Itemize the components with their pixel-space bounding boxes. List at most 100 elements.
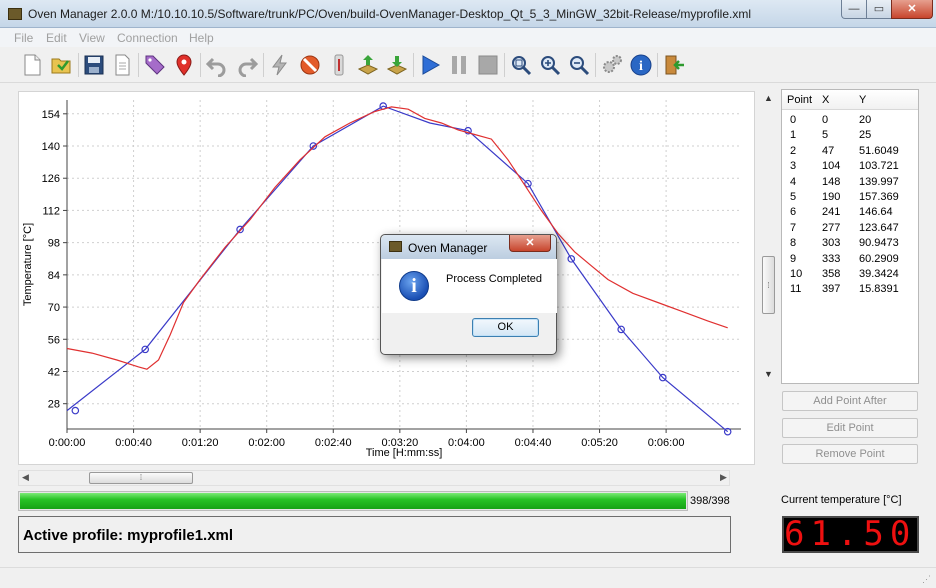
x-tick-label: 0:04:40 xyxy=(515,437,552,449)
y-axis-label: Temperature [°C] xyxy=(22,223,34,306)
dialog-close-button[interactable]: ✕ xyxy=(509,235,551,252)
table-row[interactable]: 8 303 90.9473 xyxy=(782,237,918,252)
cell-x: 241 xyxy=(822,206,841,219)
vertical-scrollbar[interactable]: ▲ ⁞ ▼ xyxy=(761,91,777,381)
x-tick-label: 0:01:20 xyxy=(182,437,219,449)
redo-icon[interactable] xyxy=(235,53,259,77)
save-icon[interactable] xyxy=(82,53,106,77)
horizontal-scrollbar[interactable]: ◀ ⁞ ▶ xyxy=(18,470,730,486)
zoom-out-icon[interactable] xyxy=(567,53,591,77)
temperature-display: 61.50 xyxy=(782,516,919,553)
table-row[interactable]: 11 397 15.8391 xyxy=(782,283,918,298)
column-header-x[interactable]: X xyxy=(822,94,829,106)
open-folder-icon[interactable] xyxy=(49,53,73,77)
settings-icon[interactable] xyxy=(600,53,624,77)
toolbar-separator xyxy=(504,53,505,77)
thermometer-icon[interactable] xyxy=(327,53,351,77)
toolbar: i xyxy=(0,47,936,83)
dialog-title-bar[interactable]: Oven Manager ✕ xyxy=(381,235,556,259)
column-header-y[interactable]: Y xyxy=(859,94,866,106)
menu-edit[interactable]: Edit xyxy=(46,31,67,45)
table-row[interactable]: 3 104 103.721 xyxy=(782,160,918,175)
cell-point: 5 xyxy=(790,191,797,203)
cell-point: 10 xyxy=(790,268,803,280)
dialog-title: Oven Manager xyxy=(408,241,488,255)
cell-y: 39.3424 xyxy=(859,268,899,280)
points-table[interactable]: Point X Y 0 0 20 1 5 25 2 47 51.6049 3 104 103.721 4… xyxy=(781,89,919,384)
y-tick-label: 154 xyxy=(42,109,60,121)
horizontal-scroll-thumb[interactable]: ⁞ xyxy=(89,472,193,484)
undo-icon[interactable] xyxy=(205,53,229,77)
cell-y: 20 xyxy=(859,114,872,126)
exit-icon[interactable] xyxy=(662,53,686,77)
upload-icon[interactable] xyxy=(356,53,380,77)
new-file-icon[interactable] xyxy=(20,53,44,77)
table-row[interactable]: 4 148 139.997 xyxy=(782,176,918,191)
y-tick-label: 42 xyxy=(48,366,60,378)
maximize-button[interactable]: ▭ xyxy=(866,0,892,19)
progress-fill xyxy=(20,493,686,509)
y-tick-label: 98 xyxy=(48,238,60,250)
document-icon[interactable] xyxy=(110,53,134,77)
menu-file[interactable]: File xyxy=(14,31,33,45)
dialog-app-icon xyxy=(389,241,402,252)
scroll-right-arrow-icon[interactable]: ▶ xyxy=(720,472,727,483)
resize-grip-icon[interactable]: ⋰ xyxy=(922,574,932,584)
zoom-in-icon[interactable] xyxy=(538,53,562,77)
ok-button[interactable]: OK xyxy=(472,318,539,337)
cell-x: 190 xyxy=(822,191,841,203)
cell-y: 103.721 xyxy=(859,160,899,173)
menu-view[interactable]: View xyxy=(79,31,105,45)
toolbar-separator xyxy=(657,53,658,77)
x-tick-label: 0:02:00 xyxy=(248,437,285,449)
table-row[interactable]: 0 0 20 xyxy=(782,114,918,129)
cell-y: 51.6049 xyxy=(859,144,899,157)
column-header-point[interactable]: Point xyxy=(787,94,812,106)
remove-point-button[interactable]: Remove Point xyxy=(782,444,918,464)
cell-point: 2 xyxy=(790,144,797,157)
table-row[interactable]: 9 333 60.2909 xyxy=(782,253,918,268)
vertical-scroll-thumb[interactable]: ⁞ xyxy=(762,256,775,314)
x-tick-label: 0:00:00 xyxy=(49,437,86,449)
cell-x: 277 xyxy=(822,221,841,234)
minimize-button[interactable]: — xyxy=(841,0,867,19)
progress-bar xyxy=(18,491,688,511)
profile-point-marker xyxy=(71,406,80,415)
menu-help[interactable]: Help xyxy=(189,31,214,45)
cell-y: 146.64 xyxy=(859,206,893,219)
toolbar-separator xyxy=(78,53,79,77)
x-tick-label: 0:00:40 xyxy=(115,437,152,449)
toolbar-separator xyxy=(413,53,414,77)
zoom-fit-icon[interactable] xyxy=(509,53,533,77)
edit-point-button[interactable]: Edit Point xyxy=(782,418,918,438)
table-row[interactable]: 10 358 39.3424 xyxy=(782,268,918,283)
stop-sign-icon[interactable] xyxy=(298,53,322,77)
lightning-icon[interactable] xyxy=(268,53,292,77)
current-temperature-label: Current temperature [°C] xyxy=(781,494,902,506)
scroll-left-arrow-icon[interactable]: ◀ xyxy=(22,472,29,483)
location-pin-icon[interactable] xyxy=(172,53,196,77)
stop-icon[interactable] xyxy=(476,53,500,77)
download-icon[interactable] xyxy=(385,53,409,77)
scroll-up-arrow-icon[interactable]: ▲ xyxy=(764,93,773,103)
play-icon[interactable] xyxy=(418,53,442,77)
info-icon[interactable]: i xyxy=(629,53,653,77)
table-row[interactable]: 2 47 51.6049 xyxy=(782,145,918,160)
scroll-down-arrow-icon[interactable]: ▼ xyxy=(764,369,773,379)
cell-y: 15.8391 xyxy=(859,283,899,296)
y-tick-label: 70 xyxy=(48,302,60,314)
message-dialog: Oven Manager ✕ i Process Completed OK xyxy=(380,234,557,355)
table-row[interactable]: 1 5 25 xyxy=(782,129,918,144)
cell-x: 397 xyxy=(822,283,841,296)
cell-x: 333 xyxy=(822,252,841,265)
table-row[interactable]: 5 190 157.369 xyxy=(782,191,918,206)
cell-point: 6 xyxy=(790,206,797,219)
table-row[interactable]: 7 277 123.647 xyxy=(782,222,918,237)
pause-icon[interactable] xyxy=(447,53,471,77)
close-window-button[interactable]: ✕ xyxy=(891,0,933,19)
add-point-after-button[interactable]: Add Point After xyxy=(782,391,918,411)
table-row[interactable]: 6 241 146.64 xyxy=(782,206,918,221)
menu-connection[interactable]: Connection xyxy=(117,31,178,45)
tag-icon[interactable] xyxy=(143,53,167,77)
y-tick-label: 28 xyxy=(48,399,60,411)
